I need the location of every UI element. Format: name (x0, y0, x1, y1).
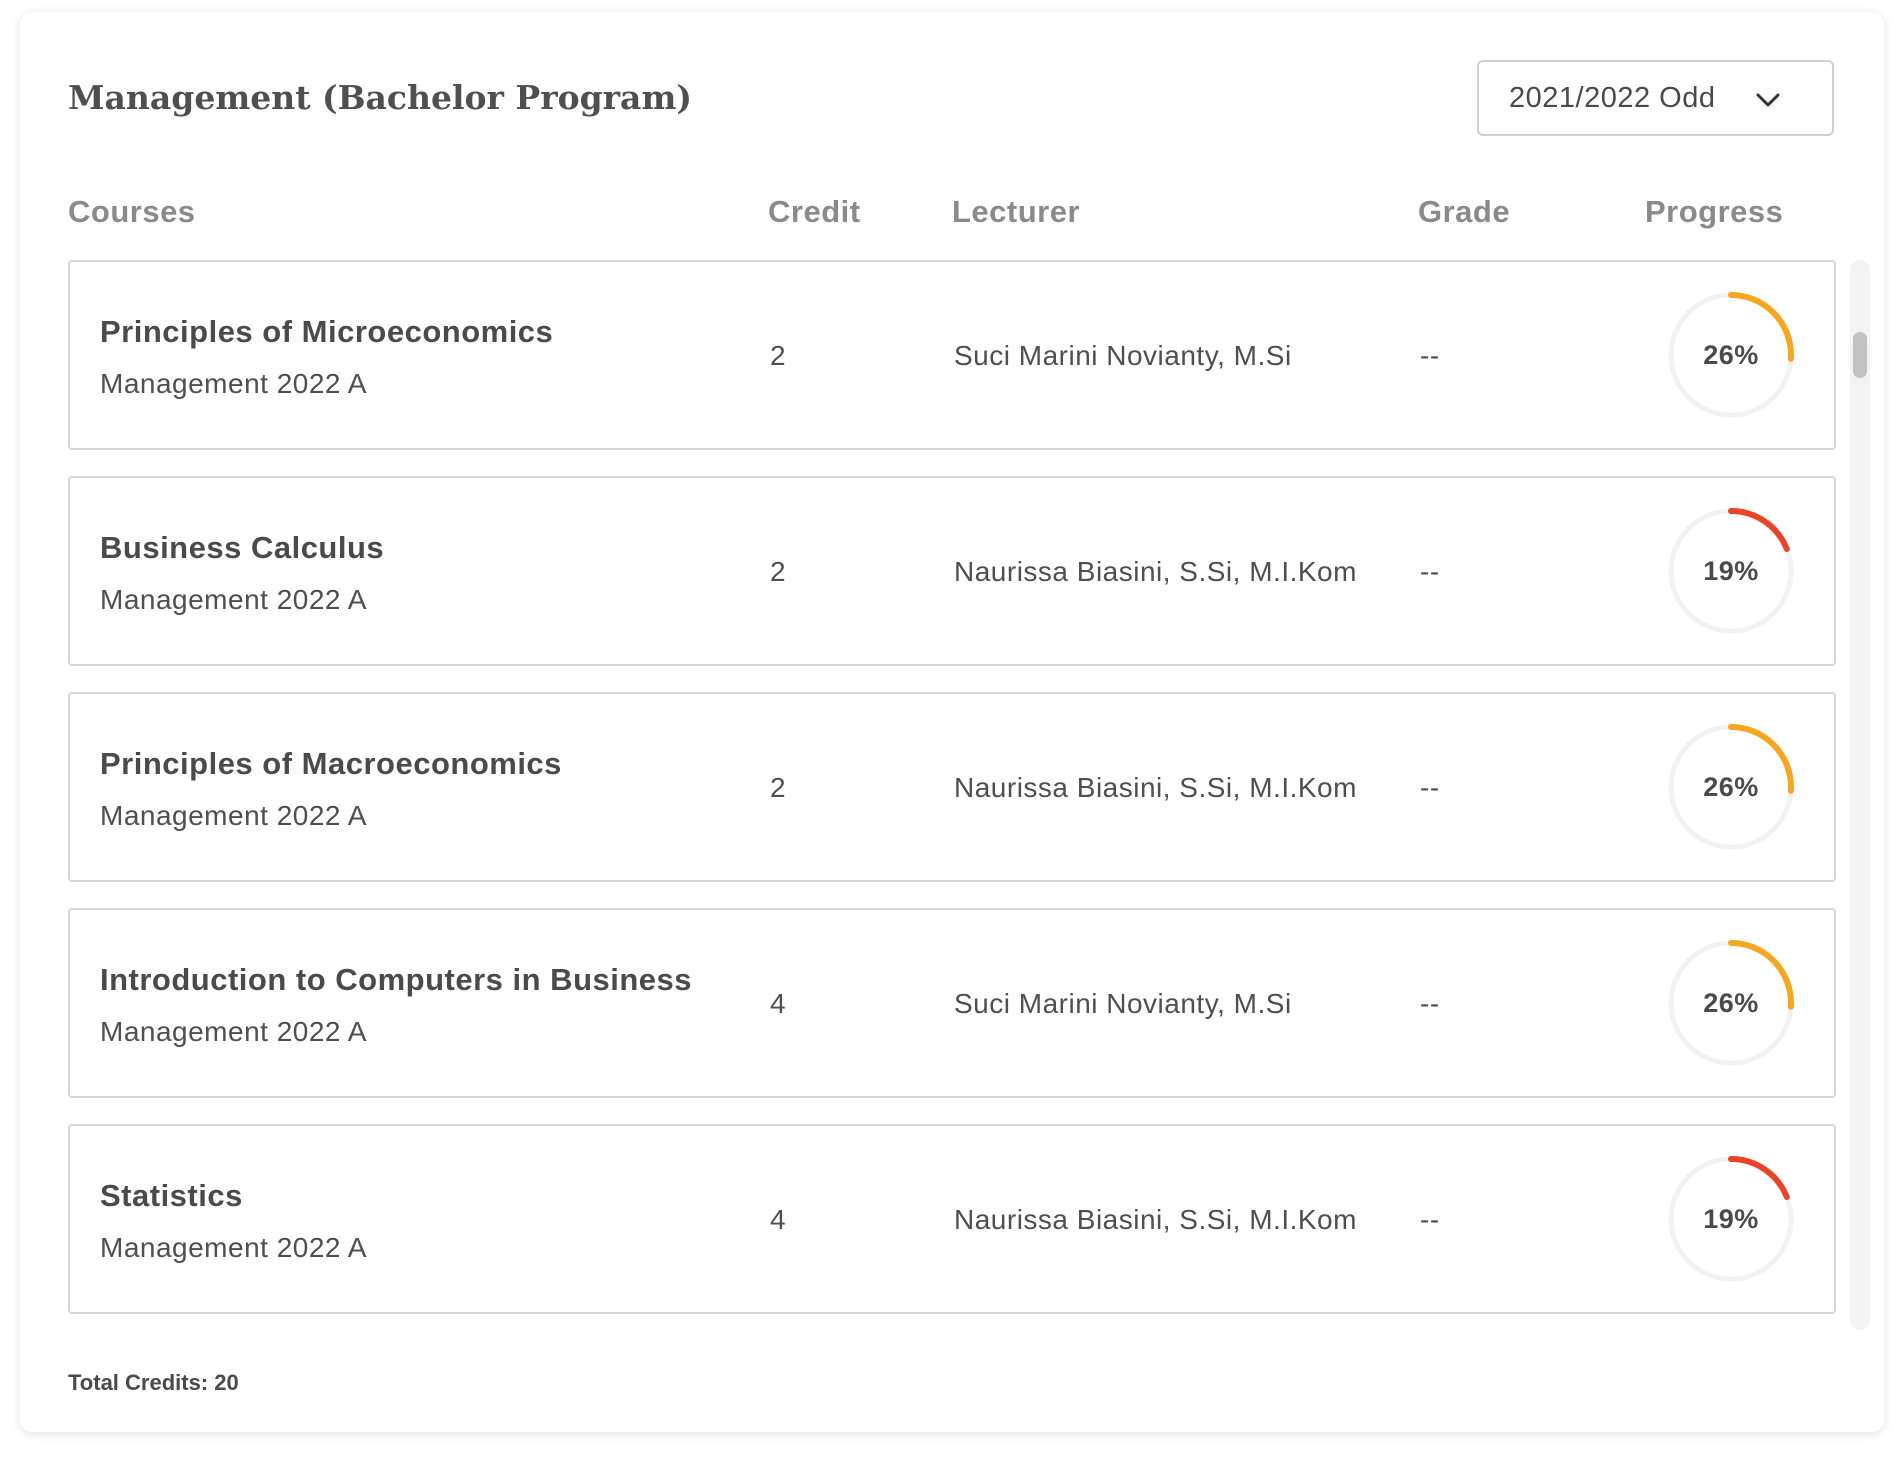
column-header-courses: Courses (68, 194, 196, 229)
progress-ring: 19% (1664, 504, 1798, 638)
progress-ring: 26% (1664, 288, 1798, 422)
scrollbar-thumb[interactable] (1853, 332, 1867, 378)
progress-label: 26% (1703, 987, 1759, 1018)
course-list: Principles of Microeconomics Management … (68, 260, 1836, 1340)
course-name: Business Calculus (100, 530, 385, 565)
scrollbar[interactable] (1850, 260, 1870, 1330)
column-header-progress: Progress (1645, 194, 1784, 229)
course-credit: 4 (770, 988, 787, 1019)
courses-card: Management (Bachelor Program) 2021/2022 … (20, 12, 1884, 1432)
course-row[interactable]: Statistics Management 2022 A 4 Naurissa … (68, 1124, 1836, 1314)
term-select-value: 2021/2022 Odd (1509, 81, 1716, 114)
chevron-down-icon (1756, 93, 1780, 107)
column-header-credit: Credit (768, 194, 861, 229)
progress-label: 19% (1703, 1203, 1759, 1234)
course-row[interactable]: Introduction to Computers in Business Ma… (68, 908, 1836, 1098)
progress-label: 26% (1703, 339, 1759, 370)
course-lecturer: Naurissa Biasini, S.Si, M.I.Kom (954, 1204, 1357, 1235)
course-name: Statistics (100, 1178, 243, 1213)
column-header-lecturer: Lecturer (952, 194, 1081, 229)
course-name: Principles of Microeconomics (100, 314, 554, 349)
page-title: Management (Bachelor Program) (68, 78, 692, 117)
course-class: Management 2022 A (100, 368, 367, 399)
course-row[interactable]: Principles of Microeconomics Management … (68, 260, 1836, 450)
course-class: Management 2022 A (100, 800, 367, 831)
course-grade: -- (1420, 340, 1440, 371)
course-credit: 2 (770, 340, 787, 371)
course-credit: 2 (770, 556, 787, 587)
course-row[interactable]: Business Calculus Management 2022 A 2 Na… (68, 476, 1836, 666)
course-grade: -- (1420, 1204, 1440, 1235)
course-credit: 2 (770, 772, 787, 803)
progress-ring: 19% (1664, 1152, 1798, 1286)
course-grade: -- (1420, 988, 1440, 1019)
course-class: Management 2022 A (100, 584, 367, 615)
course-name: Principles of Macroeconomics (100, 746, 562, 781)
column-header-grade: Grade (1418, 194, 1511, 229)
course-lecturer: Naurissa Biasini, S.Si, M.I.Kom (954, 772, 1357, 803)
course-row[interactable]: Principles of Macroeconomics Management … (68, 692, 1836, 882)
course-lecturer: Naurissa Biasini, S.Si, M.I.Kom (954, 556, 1357, 587)
progress-ring: 26% (1664, 720, 1798, 854)
course-grade: -- (1420, 556, 1440, 587)
term-select[interactable]: 2021/2022 Odd (1477, 60, 1834, 136)
course-credit: 4 (770, 1204, 787, 1235)
course-grade: -- (1420, 772, 1440, 803)
progress-label: 19% (1703, 555, 1759, 586)
course-lecturer: Suci Marini Novianty, M.Si (954, 988, 1292, 1019)
course-class: Management 2022 A (100, 1232, 367, 1263)
course-lecturer: Suci Marini Novianty, M.Si (954, 340, 1292, 371)
progress-ring: 26% (1664, 936, 1798, 1070)
progress-label: 26% (1703, 771, 1759, 802)
course-class: Management 2022 A (100, 1016, 367, 1047)
total-credits: Total Credits: 20 (68, 1370, 239, 1395)
course-name: Introduction to Computers in Business (100, 962, 693, 997)
